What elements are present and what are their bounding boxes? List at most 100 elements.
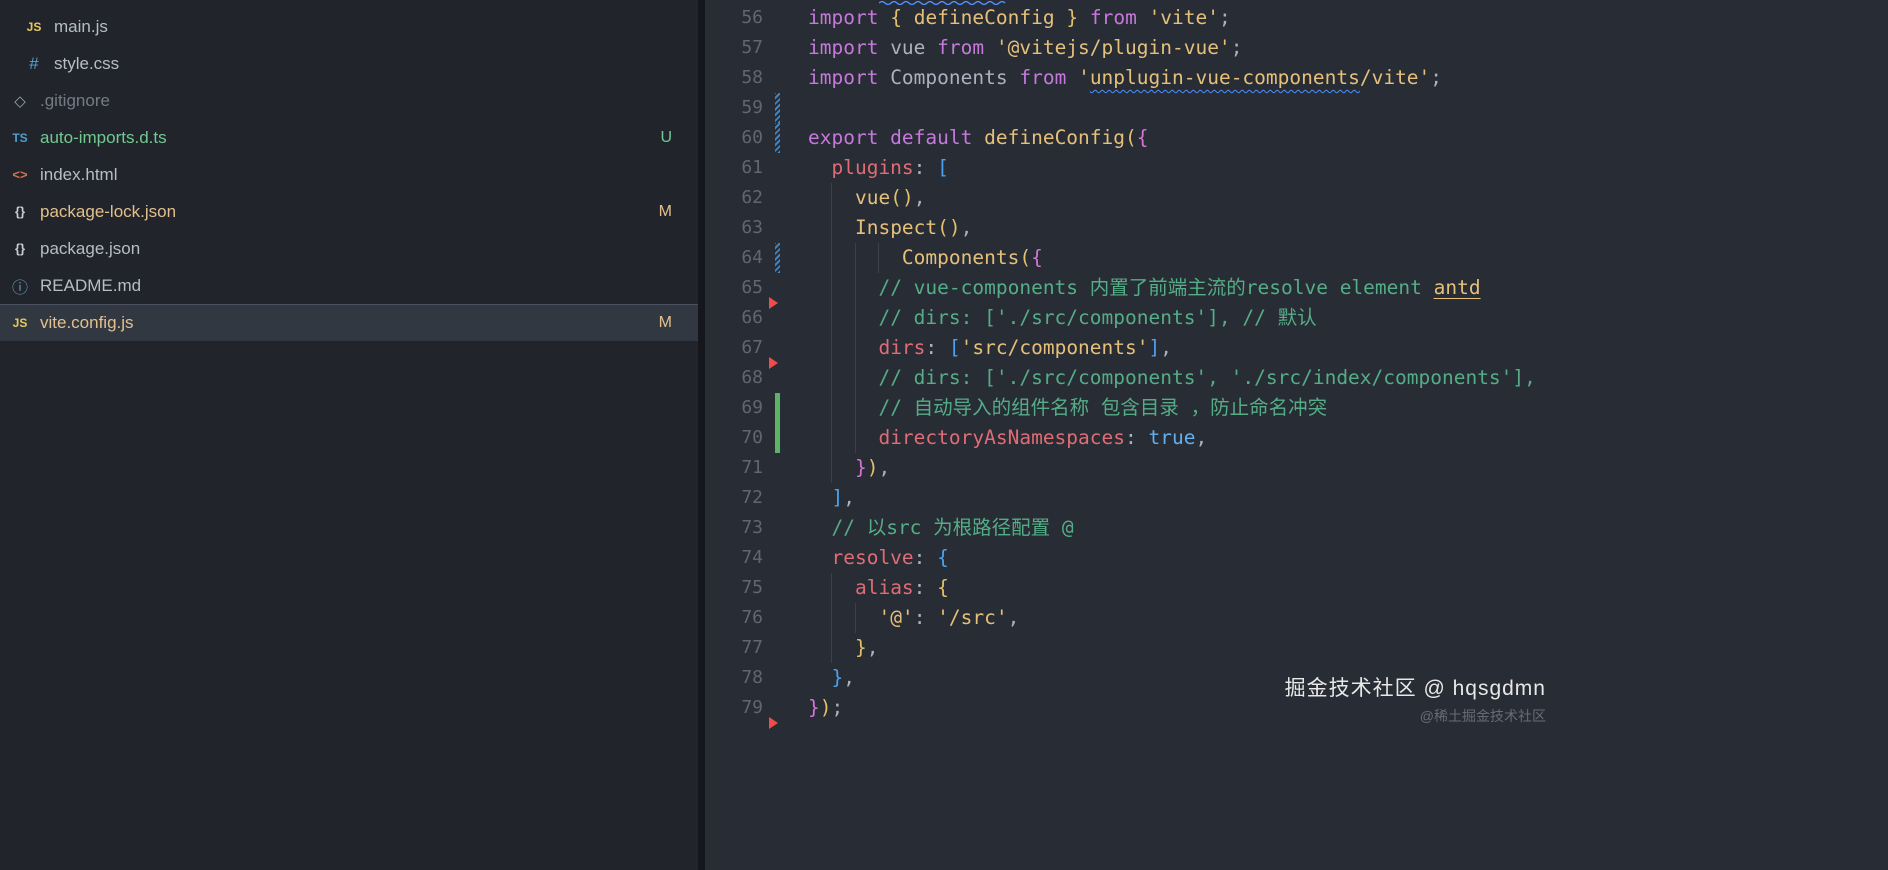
git-status-badge: M: [658, 202, 672, 220]
line-number[interactable]: 65: [705, 273, 763, 303]
code-line-67[interactable]: 67 dirs: ['src/components'],: [705, 333, 1888, 369]
code-text[interactable]: Inspect(),: [808, 213, 972, 243]
file-item-index.html[interactable]: <> index.html: [0, 156, 698, 193]
code-text[interactable]: // dirs: ['./src/components'], // 默认: [808, 303, 1317, 333]
code-line-65[interactable]: 65 // vue-components 内置了前端主流的resolve ele…: [705, 273, 1888, 309]
json-file-icon: {}: [14, 241, 26, 256]
code-line-62[interactable]: 62 vue(),: [705, 183, 1888, 213]
code-line-73[interactable]: 73 // 以src 为根路径配置 @: [705, 513, 1888, 543]
indent-guide: [854, 303, 856, 333]
line-number[interactable]: 62: [705, 183, 763, 213]
file-item-.gitignore[interactable]: ◇ .gitignore: [0, 82, 698, 119]
code-text[interactable]: },: [808, 663, 855, 693]
indent-guide: [854, 333, 856, 363]
line-number[interactable]: 74: [705, 543, 763, 573]
code-text[interactable]: plugins: [: [808, 153, 948, 183]
code-text[interactable]: import { defineConfig } from 'vite';: [808, 3, 1231, 33]
line-number[interactable]: 63: [705, 213, 763, 243]
code-text[interactable]: // vue-components 内置了前端主流的resolve elemen…: [808, 273, 1481, 303]
code-line-63[interactable]: 63 Inspect(),: [705, 213, 1888, 243]
code-line-70[interactable]: 70 directoryAsNamespaces: true,: [705, 423, 1888, 453]
gutter-deleted-decoration: [769, 357, 778, 369]
indent-guide: [854, 273, 856, 303]
file-label: package-lock.json: [40, 201, 177, 221]
code-text[interactable]: });: [808, 693, 843, 723]
code-line-59[interactable]: 59: [705, 93, 1888, 123]
file-item-main.js[interactable]: JS main.js: [0, 8, 698, 45]
file-label: package.json: [40, 238, 141, 258]
code-text[interactable]: }),: [808, 453, 890, 483]
code-text[interactable]: ],: [808, 483, 855, 513]
line-number[interactable]: 70: [705, 423, 763, 453]
code-text[interactable]: alias: {: [808, 573, 949, 603]
sidebar-editor-divider[interactable]: [698, 0, 705, 870]
code-line-60[interactable]: 60 export default defineConfig({: [705, 123, 1888, 153]
code-text[interactable]: Components({: [808, 243, 1043, 273]
file-item-package.json[interactable]: {} package.json: [0, 230, 698, 267]
watermark-main-text: 掘金技术社区 @ hqsgdmn: [1284, 677, 1546, 700]
code-text[interactable]: vue(),: [808, 183, 925, 213]
file-label: main.js: [54, 16, 108, 36]
line-number[interactable]: 67: [705, 333, 763, 363]
line-number[interactable]: 69: [705, 393, 763, 423]
code-line-74[interactable]: 74 resolve: {: [705, 543, 1888, 573]
code-line-75[interactable]: 75 alias: {: [705, 573, 1888, 603]
html-file-icon: <>: [12, 167, 28, 182]
line-number[interactable]: 78: [705, 663, 763, 693]
line-number[interactable]: 75: [705, 573, 763, 603]
file-item-auto-imports.d.ts[interactable]: TS auto-imports.d.ts U: [0, 119, 698, 156]
file-item-vite.config.js[interactable]: JS vite.config.js M: [0, 304, 698, 341]
line-number[interactable]: 71: [705, 453, 763, 483]
line-number[interactable]: 60: [705, 123, 763, 153]
code-text[interactable]: resolve: {: [808, 543, 948, 573]
line-number[interactable]: 77: [705, 633, 763, 663]
code-text[interactable]: // 自动导入的组件名称 包含目录 ，防止命名冲突: [808, 393, 1327, 423]
code-line-69[interactable]: 69 // 自动导入的组件名称 包含目录 ，防止命名冲突: [705, 393, 1888, 423]
line-number[interactable]: 73: [705, 513, 763, 543]
code-text[interactable]: export default defineConfig({: [808, 123, 1149, 153]
line-number[interactable]: 58: [705, 63, 763, 93]
file-label: vite.config.js: [40, 312, 134, 332]
info-file-icon: ⓘ: [11, 279, 28, 297]
file-item-package-lock.json[interactable]: {} package-lock.json M: [0, 193, 698, 230]
code-text[interactable]: dirs: ['src/components'],: [808, 333, 1172, 363]
code-line-68[interactable]: 68 // dirs: ['./src/components', './src/…: [705, 363, 1888, 393]
code-line-72[interactable]: 72 ],: [705, 483, 1888, 513]
code-editor-pane[interactable]: 56 import { defineConfig } from 'vite'; 57…: [705, 0, 1888, 870]
code-lines[interactable]: 56 import { defineConfig } from 'vite'; 57…: [705, 0, 1888, 729]
code-text[interactable]: import vue from '@vitejs/plugin-vue';: [808, 33, 1242, 63]
line-number[interactable]: 57: [705, 33, 763, 63]
code-line-58[interactable]: 58 import Components from 'unplugin-vue-c…: [705, 63, 1888, 93]
code-line-64[interactable]: 64 Components({: [705, 243, 1888, 273]
code-text[interactable]: // 以src 为根路径配置 @: [808, 513, 1073, 543]
line-number[interactable]: 68: [705, 363, 763, 393]
line-number[interactable]: 61: [705, 153, 763, 183]
code-text[interactable]: import Components from 'unplugin-vue-com…: [808, 63, 1442, 93]
file-label: auto-imports.d.ts: [40, 127, 167, 147]
gutter-added-decoration: [775, 423, 780, 453]
code-line-56[interactable]: 56 import { defineConfig } from 'vite';: [705, 3, 1888, 33]
line-number[interactable]: 72: [705, 483, 763, 513]
code-text[interactable]: directoryAsNamespaces: true,: [808, 423, 1207, 453]
gutter-modified-decoration: [775, 123, 780, 153]
line-number[interactable]: 59: [705, 93, 763, 123]
line-number[interactable]: 76: [705, 603, 763, 633]
code-line-76[interactable]: 76 '@': '/src',: [705, 603, 1888, 633]
squiggly-underline-fragment: [879, 0, 1006, 5]
code-text[interactable]: },: [808, 633, 878, 663]
line-number[interactable]: 64: [705, 243, 763, 273]
code-line-71[interactable]: 71 }),: [705, 453, 1888, 483]
file-item-README.md[interactable]: ⓘ README.md: [0, 267, 698, 304]
indent-guide: [854, 363, 856, 393]
code-text[interactable]: '@': '/src',: [808, 603, 1019, 633]
indent-guide: [831, 243, 833, 273]
line-number[interactable]: 56: [705, 3, 763, 33]
file-item-style.css[interactable]: # style.css: [0, 45, 698, 82]
code-line-77[interactable]: 77 },: [705, 633, 1888, 663]
code-text[interactable]: // dirs: ['./src/components', './src/ind…: [808, 363, 1536, 393]
code-line-61[interactable]: 61 plugins: [: [705, 153, 1888, 183]
code-line-57[interactable]: 57 import vue from '@vitejs/plugin-vue';: [705, 33, 1888, 63]
code-line-66[interactable]: 66 // dirs: ['./src/components'], // 默认: [705, 303, 1888, 333]
line-number[interactable]: 79: [705, 693, 763, 723]
line-number[interactable]: 66: [705, 303, 763, 333]
